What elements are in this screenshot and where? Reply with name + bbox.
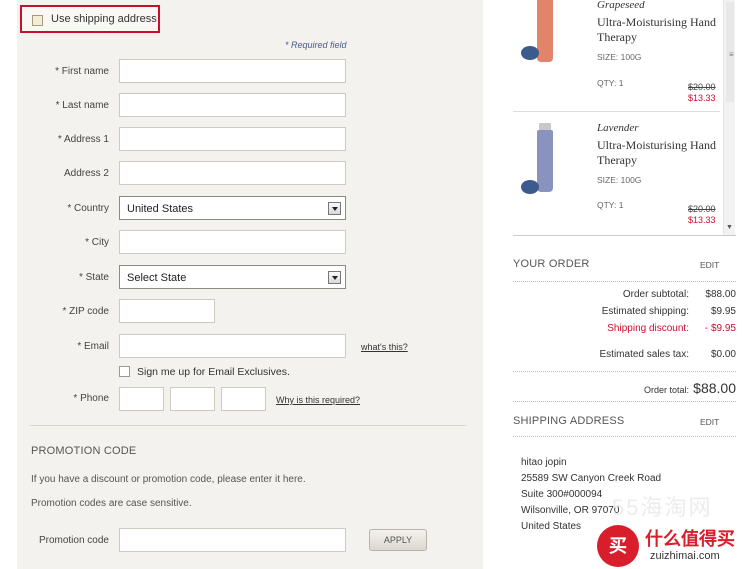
- address2-field[interactable]: [119, 161, 346, 185]
- last-name-label: * Last name: [55, 100, 109, 111]
- phone-prefix-field[interactable]: [170, 387, 215, 411]
- your-order-title: YOUR ORDER: [513, 258, 590, 270]
- promotion-code-label: Promotion code: [38, 535, 109, 546]
- watermark-faint: 55海淘网: [612, 495, 713, 520]
- shipping-address-rule: [513, 436, 736, 437]
- phone-area-field[interactable]: [119, 387, 164, 411]
- order-edit-link[interactable]: EDIT: [700, 260, 719, 270]
- shipping-address-title: SHIPPING ADDRESS: [513, 415, 625, 427]
- product-image: [517, 123, 555, 194]
- product-qty: QTY: 1: [597, 78, 624, 88]
- email-label: * Email: [77, 341, 109, 352]
- product-size: SIZE: 100G: [597, 175, 642, 185]
- cart-item: Lavender Ultra-Moisturising Hand Therapy…: [513, 113, 720, 233]
- subtotal-value: $88.00: [705, 289, 736, 300]
- grip-icon: ≡: [729, 50, 734, 59]
- use-shipping-address-toggle[interactable]: Use shipping address: [20, 5, 160, 33]
- section-divider: [30, 425, 466, 426]
- watermark-text-en: zuizhimai.com: [650, 550, 720, 562]
- phone-label: * Phone: [73, 393, 109, 404]
- shipping-discount-label: Shipping discount:: [607, 323, 689, 334]
- product-old-price: $20.00: [688, 204, 716, 214]
- product-title[interactable]: Ultra-Moisturising Hand Therapy: [597, 138, 727, 168]
- state-value: Select State: [127, 272, 187, 284]
- address-street: 25589 SW Canyon Creek Road: [521, 473, 662, 484]
- cart-item: Grapeseed Ultra-Moisturising Hand Therap…: [513, 0, 720, 112]
- address1-field[interactable]: [119, 127, 346, 151]
- product-image: [517, 0, 555, 66]
- address2-label: Address 2: [63, 168, 109, 179]
- country-label: * Country: [67, 203, 109, 214]
- shipping-value: $9.95: [710, 306, 736, 317]
- product-tube: [537, 0, 553, 62]
- product-sale-price: $13.33: [688, 93, 716, 103]
- product-qty: QTY: 1: [597, 200, 624, 210]
- country-value: United States: [127, 203, 194, 215]
- scroll-down-icon[interactable]: ▼: [726, 224, 733, 231]
- email-whats-this-link[interactable]: what's this?: [361, 342, 408, 352]
- address-city-state-zip: Wilsonville, OR 97070: [521, 505, 620, 516]
- sales-tax-label: Estimated sales tax:: [599, 349, 689, 360]
- order-total-bottom-rule: [513, 401, 736, 402]
- product-old-price: $20.00: [688, 82, 716, 92]
- shipping-discount-value: - $9.95: [704, 323, 736, 334]
- product-tube: [537, 130, 553, 192]
- city-label: * City: [85, 237, 109, 248]
- state-label: * State: [78, 272, 109, 283]
- city-field[interactable]: [119, 230, 346, 254]
- total-rule: [513, 371, 736, 372]
- last-name-field[interactable]: [119, 93, 346, 117]
- phone-line-field[interactable]: [221, 387, 266, 411]
- sales-tax-value: $0.00: [710, 349, 736, 360]
- product-title[interactable]: Ultra-Moisturising Hand Therapy: [597, 15, 727, 45]
- product-badge-icon: [521, 180, 539, 194]
- email-field[interactable]: [119, 334, 346, 358]
- promotion-case-note: Promotion codes are case sensitive.: [31, 498, 192, 509]
- scroll-thumb[interactable]: ≡: [726, 2, 734, 102]
- chevron-down-icon[interactable]: [328, 202, 341, 215]
- phone-why-required-link[interactable]: Why is this required?: [276, 395, 360, 405]
- country-select[interactable]: United States: [119, 196, 346, 220]
- apply-button[interactable]: APPLY: [369, 529, 427, 551]
- promotion-instruction: If you have a discount or promotion code…: [31, 474, 306, 485]
- subtotal-label: Order subtotal:: [622, 289, 689, 300]
- address1-label: * Address 1: [57, 134, 109, 145]
- order-total-value: $88.00: [693, 380, 736, 396]
- address-name: hitao jopin: [521, 457, 567, 468]
- zip-label: * ZIP code: [62, 306, 109, 317]
- product-size: SIZE: 100G: [597, 52, 642, 62]
- promotion-code-field[interactable]: [119, 528, 346, 552]
- shipping-label: Estimated shipping:: [601, 306, 689, 317]
- product-sale-price: $13.33: [688, 215, 716, 225]
- address-country: United States: [521, 521, 582, 532]
- email-optin-label: Sign me up for Email Exclusives.: [137, 366, 290, 378]
- product-badge-icon: [521, 46, 539, 60]
- order-total-label: Order total:: [643, 385, 689, 395]
- required-field-note: * Required field: [285, 40, 347, 50]
- chevron-down-icon[interactable]: [328, 271, 341, 284]
- order-rule: [513, 281, 736, 282]
- email-optin-checkbox[interactable]: [119, 366, 130, 377]
- product-variant: Lavender: [597, 122, 639, 134]
- address-suite: Suite 300#000094: [521, 489, 603, 500]
- state-select[interactable]: Select State: [119, 265, 346, 289]
- use-shipping-label: Use shipping address: [51, 13, 157, 25]
- use-shipping-checkbox[interactable]: [32, 15, 43, 26]
- first-name-field[interactable]: [119, 59, 346, 83]
- cart-bottom-rule: [513, 235, 736, 236]
- zip-field[interactable]: [119, 299, 215, 323]
- promotion-title: PROMOTION CODE: [31, 445, 137, 457]
- product-variant: Grapeseed: [597, 0, 645, 11]
- watermark-logo-icon: 买: [597, 525, 639, 567]
- cart-scrollbar[interactable]: ≡ ▼: [723, 0, 735, 236]
- shipping-address-edit-link[interactable]: EDIT: [700, 417, 719, 427]
- watermark-text-cn: 什么值得买: [645, 529, 735, 549]
- first-name-label: * First name: [55, 66, 109, 77]
